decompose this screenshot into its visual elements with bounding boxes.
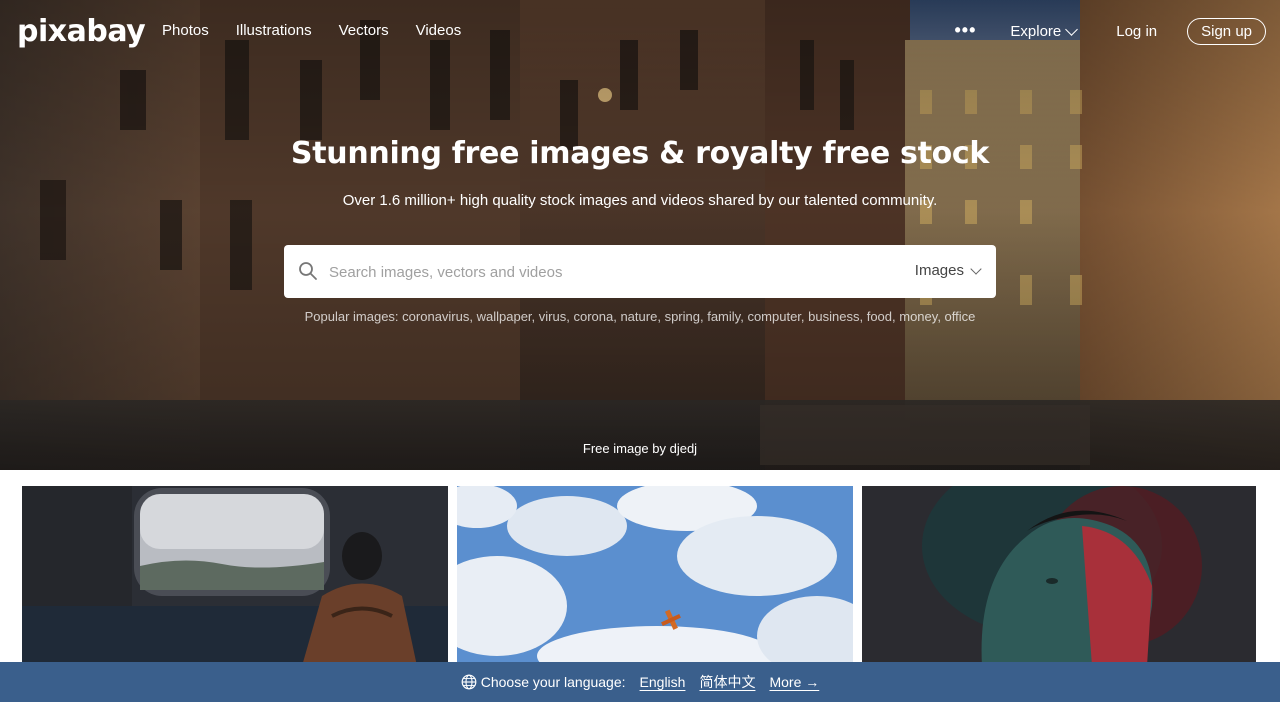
popular-term[interactable]: computer — [747, 309, 800, 324]
pixabay-logo[interactable]: pixabay — [17, 14, 146, 49]
popular-label: Popular images: — [304, 309, 399, 324]
signup-button[interactable]: Sign up — [1187, 18, 1266, 45]
popular-term[interactable]: money — [899, 309, 937, 324]
login-link[interactable]: Log in — [1116, 23, 1157, 40]
gallery-image-portrait[interactable] — [862, 486, 1256, 666]
top-navigation: pixabay Photos Illustrations Vectors Vid… — [0, 0, 1280, 64]
explore-label: Explore — [1010, 23, 1062, 40]
popular-term[interactable]: corona — [573, 309, 613, 324]
search-input[interactable] — [329, 257, 889, 287]
language-more-link[interactable]: More → — [769, 674, 819, 690]
hero-title: Stunning free images & royalty free stoc… — [290, 136, 990, 171]
train-window-photo — [22, 486, 448, 666]
globe-icon — [461, 674, 477, 690]
nav-actions: ••• Explore Log in Sign up — [954, 18, 1266, 45]
language-bar: Choose your language: English 简体中文 More … — [0, 662, 1280, 702]
language-label: Choose your language: — [480, 674, 626, 690]
popular-term[interactable]: family — [707, 309, 740, 324]
search-bar: Images — [284, 245, 996, 298]
chevron-down-icon — [970, 262, 982, 275]
gallery-image-sky-plane[interactable] — [457, 486, 853, 666]
gallery-image-train-passenger[interactable] — [22, 486, 448, 666]
popular-term[interactable]: office — [945, 309, 976, 324]
nav-link-vectors[interactable]: Vectors — [339, 22, 389, 39]
search-type-dropdown[interactable]: Images — [914, 262, 982, 279]
popular-searches: Popular images: coronavirus, wallpaper, … — [304, 309, 976, 324]
hero-subtitle: Over 1.6 million+ high quality stock ima… — [342, 192, 938, 209]
image-gallery — [0, 486, 1280, 666]
nav-links: Photos Illustrations Vectors Videos — [162, 22, 461, 39]
nav-link-videos[interactable]: Videos — [416, 22, 462, 39]
chevron-down-icon — [1065, 23, 1079, 36]
popular-term[interactable]: coronavirus — [402, 309, 469, 324]
sky-clouds-photo — [457, 486, 853, 666]
hero-overlay — [0, 0, 1280, 470]
search-icon[interactable] — [298, 261, 318, 281]
language-option-english[interactable]: English — [640, 674, 686, 690]
portrait-photo — [862, 486, 1256, 666]
nav-link-photos[interactable]: Photos — [162, 22, 209, 39]
language-option-chinese[interactable]: 简体中文 — [699, 672, 755, 692]
nav-link-illustrations[interactable]: Illustrations — [236, 22, 312, 39]
hero-banner: pixabay Photos Illustrations Vectors Vid… — [0, 0, 1280, 470]
popular-term[interactable]: virus — [539, 309, 566, 324]
popular-term[interactable]: wallpaper — [477, 309, 532, 324]
popular-term[interactable]: food — [867, 309, 892, 324]
popular-term[interactable]: business — [808, 309, 859, 324]
language-label-group: Choose your language: — [461, 674, 626, 690]
image-credit[interactable]: Free image by djedj — [0, 441, 1280, 456]
search-type-label: Images — [914, 262, 964, 279]
explore-menu[interactable]: Explore — [1010, 23, 1079, 40]
popular-term[interactable]: nature — [620, 309, 657, 324]
popular-term[interactable]: spring — [665, 309, 700, 324]
more-options-icon[interactable]: ••• — [954, 21, 976, 39]
